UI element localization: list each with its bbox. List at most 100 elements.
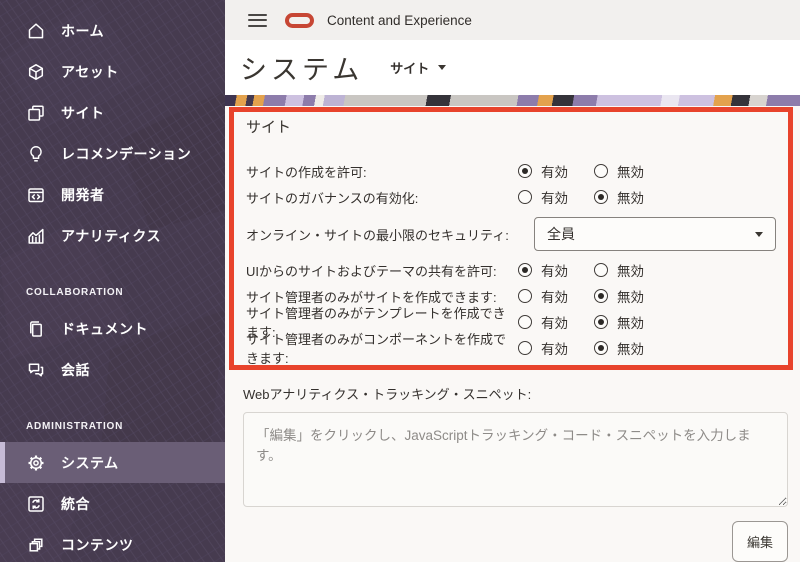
content-stack-icon	[26, 535, 46, 555]
setting-label: オンライン・サイトの最小限のセキュリティ:	[246, 227, 509, 243]
radio-button[interactable]	[594, 289, 608, 303]
radio-group: 有効 無効	[518, 338, 644, 358]
sidebar-nav: ホーム アセット サイト レコメンデーション 開発者 アナリティクス COLLA…	[0, 0, 225, 562]
conversation-icon	[26, 360, 46, 380]
sidebar-item-label: 統合	[61, 495, 90, 512]
setting-label: サイト管理者のみがコンポーネントを作成できます:	[246, 332, 507, 366]
setting-row-minimum-security: オンライン・サイトの最小限のセキュリティ: 全員	[246, 217, 776, 251]
analytics-snippet-section: Webアナリティクス・トラッキング・スニペット: 編集	[243, 384, 788, 562]
developer-code-icon	[26, 185, 46, 205]
radio-button[interactable]	[518, 341, 532, 355]
gear-icon	[26, 453, 46, 473]
radio-group: 有効 無効	[518, 286, 644, 306]
radio-group: 有効 無効	[518, 187, 644, 207]
radio-option-disabled[interactable]: 無効	[594, 260, 644, 280]
sidebar-item-sites[interactable]: サイト	[0, 92, 225, 133]
sidebar-item-documents[interactable]: ドキュメント	[0, 308, 225, 349]
sidebar-item-assets[interactable]: アセット	[0, 51, 225, 92]
sidebar-item-home[interactable]: ホーム	[0, 10, 225, 51]
radio-option-enabled[interactable]: 有効	[518, 187, 568, 207]
radio-option-disabled[interactable]: 無効	[594, 161, 644, 181]
sidebar-item-label: コンテンツ	[61, 536, 134, 553]
snippet-actions: 編集	[243, 521, 788, 562]
security-select-value: 全員	[547, 226, 575, 242]
settings-panel: サイト サイトの作成を許可: 有効 無効 サイトのガバナンスの有効化: 有効 無…	[225, 106, 800, 562]
radio-option-disabled[interactable]: 無効	[594, 312, 644, 332]
sidebar-item-recommendations[interactable]: レコメンデーション	[0, 133, 225, 174]
radio-group: 有効 無効	[518, 312, 644, 332]
lightbulb-icon	[26, 144, 46, 164]
edit-button[interactable]: 編集	[731, 521, 788, 562]
app-title: Content and Experience	[327, 12, 472, 28]
radio-button[interactable]	[518, 263, 532, 277]
sidebar-item-label: アセット	[61, 63, 119, 80]
sidebar-item-conversations[interactable]: 会話	[0, 349, 225, 390]
radio-button[interactable]	[594, 263, 608, 277]
hamburger-menu-icon[interactable]	[248, 13, 267, 27]
setting-label: サイトのガバナンスの有効化:	[246, 190, 419, 206]
sidebar-item-integration[interactable]: 統合	[0, 483, 225, 524]
decorative-banner	[225, 95, 800, 106]
chevron-down-icon	[438, 65, 447, 70]
radio-option-enabled[interactable]: 有効	[518, 161, 568, 181]
radio-option-disabled[interactable]: 無効	[594, 187, 644, 207]
radio-button[interactable]	[518, 164, 532, 178]
setting-row-ui-sharing: UIからのサイトおよびテーマの共有を許可: 有効 無効	[246, 257, 776, 283]
radio-option-disabled[interactable]: 無効	[594, 338, 644, 358]
chevron-down-icon	[755, 232, 763, 237]
top-app-bar: Content and Experience	[225, 0, 800, 40]
setting-label: サイトの作成を許可:	[246, 164, 367, 180]
sidebar-item-label: 開発者	[61, 186, 105, 203]
radio-button[interactable]	[594, 341, 608, 355]
sidebar-item-label: 会話	[61, 361, 90, 378]
sidebar-item-analytics[interactable]: アナリティクス	[0, 215, 225, 256]
sites-icon	[26, 103, 46, 123]
oracle-logo-icon	[285, 12, 314, 28]
setting-label: UIからのサイトおよびテーマの共有を許可:	[246, 263, 497, 279]
sidebar-item-label: アナリティクス	[61, 227, 161, 244]
sidebar-section-collaboration: COLLABORATION	[26, 286, 124, 298]
sidebar-item-label: システム	[61, 454, 119, 471]
radio-button[interactable]	[594, 315, 608, 329]
app-window: ホーム アセット サイト レコメンデーション 開発者 アナリティクス COLLA…	[0, 0, 800, 562]
sidebar-section-administration: ADMINISTRATION	[26, 420, 124, 432]
page-header: システム サイト	[225, 40, 800, 95]
settings-group-title: サイト	[246, 119, 292, 136]
setting-row-admin-only-components: サイト管理者のみがコンポーネントを作成できます: 有効 無効	[246, 332, 776, 366]
radio-option-enabled[interactable]: 有効	[518, 286, 568, 306]
radio-button[interactable]	[518, 289, 532, 303]
home-icon	[26, 21, 46, 41]
analytics-chart-icon	[26, 226, 46, 246]
main-area: Content and Experience システム サイト サイト サイトの…	[225, 0, 800, 562]
radio-option-enabled[interactable]: 有効	[518, 338, 568, 358]
radio-option-enabled[interactable]: 有効	[518, 260, 568, 280]
sidebar: ホーム アセット サイト レコメンデーション 開発者 アナリティクス COLLA…	[0, 0, 225, 562]
radio-button[interactable]	[518, 315, 532, 329]
snippet-label: Webアナリティクス・トラッキング・スニペット:	[243, 387, 532, 402]
sidebar-item-system[interactable]: システム	[0, 442, 225, 483]
sidebar-item-developer[interactable]: 開発者	[0, 174, 225, 215]
radio-button[interactable]	[594, 164, 608, 178]
integration-icon	[26, 494, 46, 514]
radio-option-disabled[interactable]: 無効	[594, 286, 644, 306]
sidebar-item-content[interactable]: コンテンツ	[0, 524, 225, 562]
radio-button[interactable]	[518, 190, 532, 204]
documents-icon	[26, 319, 46, 339]
scope-selector-label: サイト	[390, 61, 430, 76]
setting-row-allow-site-creation: サイトの作成を許可: 有効 無効	[246, 158, 776, 184]
tracking-snippet-textarea[interactable]	[243, 412, 788, 507]
sidebar-item-label: ホーム	[61, 22, 105, 39]
highlighted-settings-box: サイト サイトの作成を許可: 有効 無効 サイトのガバナンスの有効化: 有効 無…	[229, 107, 793, 370]
radio-button[interactable]	[594, 190, 608, 204]
scope-selector-dropdown[interactable]: サイト	[390, 58, 447, 77]
radio-group: 有効 無効	[518, 161, 644, 181]
security-select-dropdown[interactable]: 全員	[534, 217, 776, 251]
radio-option-enabled[interactable]: 有効	[518, 312, 568, 332]
sidebar-item-label: サイト	[61, 104, 105, 121]
radio-group: 有効 無効	[518, 260, 644, 280]
sidebar-item-label: ドキュメント	[61, 320, 148, 337]
sidebar-item-label: レコメンデーション	[61, 145, 192, 162]
page-title: システム	[240, 55, 364, 85]
assets-cube-icon	[26, 62, 46, 82]
setting-row-site-governance: サイトのガバナンスの有効化: 有効 無効	[246, 184, 776, 210]
